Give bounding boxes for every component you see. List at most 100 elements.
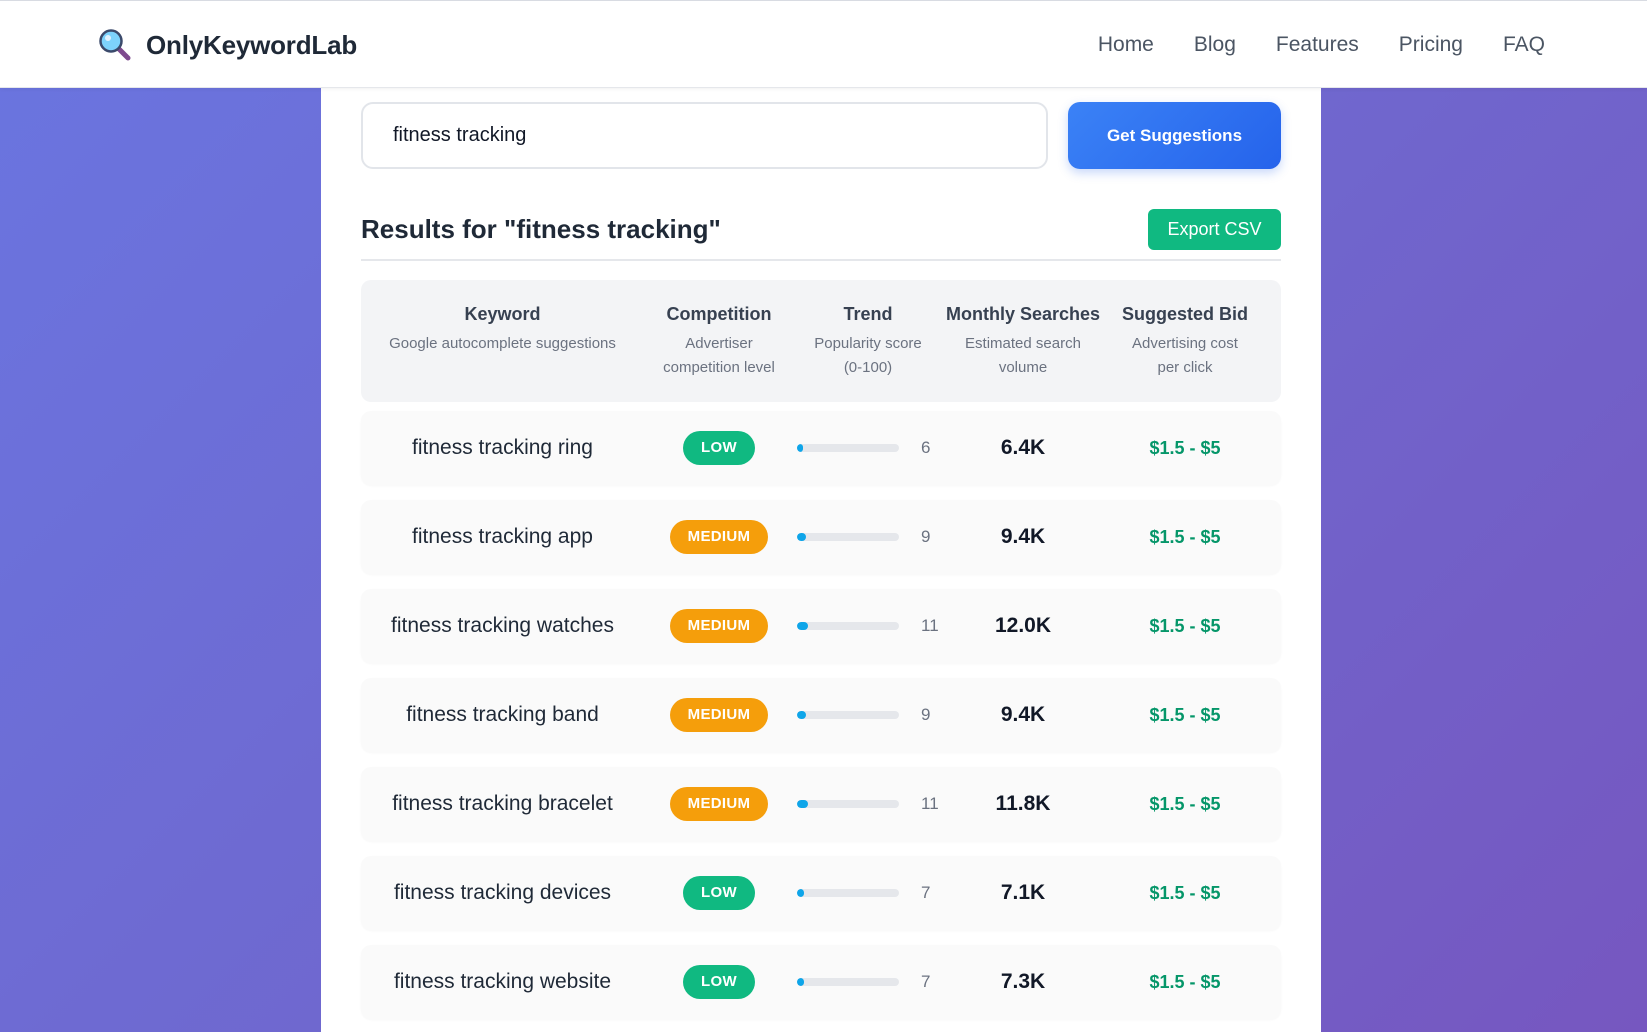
keyword-text: fitness tracking band (406, 703, 599, 726)
suggested-bid-value: $1.5 - $5 (1149, 615, 1221, 636)
keyword-text: fitness tracking ring (412, 436, 593, 459)
trend-bar (797, 711, 899, 719)
monthly-searches-cell: 9.4K (942, 500, 1104, 574)
nav-blog[interactable]: Blog (1194, 31, 1236, 59)
competition-badge: LOW (683, 876, 755, 910)
keyword-text: fitness tracking app (412, 525, 593, 548)
keyword-cell: fitness tracking ring (361, 411, 644, 485)
column-subtitle-line: per click (1157, 359, 1213, 376)
monthly-searches-cell: 7.3K (942, 945, 1104, 1019)
brand-logo[interactable]: OnlyKeywordLab (98, 28, 357, 62)
trend-fill (797, 800, 809, 808)
suggested-bid-value: $1.5 - $5 (1149, 793, 1221, 814)
keyword-text: fitness tracking website (393, 970, 612, 993)
top-navbar: OnlyKeywordLab Home Blog Features Pricin… (0, 0, 1647, 88)
brand-name: OnlyKeywordLab (146, 29, 358, 60)
trend-fill (797, 444, 804, 452)
competition-badge: MEDIUM (669, 520, 769, 554)
monthly-searches-value: 7.1K (1000, 881, 1046, 904)
monthly-searches-cell: 9.4K (942, 678, 1104, 752)
column-title: Suggested Bid (1121, 304, 1248, 324)
column-trend: Trend Popularity score (0-100) (794, 302, 942, 380)
competition-badge: MEDIUM (669, 787, 769, 821)
competition-badge: MEDIUM (669, 609, 769, 643)
nav-home[interactable]: Home (1098, 31, 1154, 59)
competition-cell: LOW (644, 411, 794, 485)
table-row[interactable]: fitness tracking watches MEDIUM 11 12.0K $1.… (361, 589, 1281, 663)
trend-fill (797, 533, 807, 541)
column-subtitle: Advertiser competition level (644, 332, 794, 380)
keyword-cell: fitness tracking band (361, 678, 644, 752)
column-subtitle: Advertising cost per click (1104, 332, 1266, 380)
column-subtitle-line: Google autocomplete suggestions (389, 335, 616, 352)
column-subtitle-line: Estimated search (965, 335, 1081, 352)
nav-pricing[interactable]: Pricing (1399, 31, 1463, 59)
trend-bar (797, 889, 899, 897)
column-title: Keyword (464, 304, 541, 324)
monthly-searches-cell: 6.4K (942, 411, 1104, 485)
suggested-bid-value: $1.5 - $5 (1149, 882, 1221, 903)
column-subtitle-line: (0-100) (843, 359, 893, 376)
table-row[interactable]: fitness tracking ring LOW 6 6.4K $1.5 - $5 (361, 411, 1281, 485)
trend-fill (797, 622, 809, 630)
results-card: fitness tracking Get Suggestions Results… (321, 88, 1321, 1032)
keyword-cell: fitness tracking bracelet (361, 767, 644, 841)
column-competition: Competition Advertiser competition level (644, 302, 794, 380)
suggested-bid-cell: $1.5 - $5 (1104, 589, 1266, 663)
keyword-cell: fitness tracking app (361, 500, 644, 574)
keyword-cell: fitness tracking watches (361, 589, 644, 663)
competition-cell: MEDIUM (644, 589, 794, 663)
suggested-bid-cell: $1.5 - $5 (1104, 856, 1266, 930)
trend-bar (797, 800, 899, 808)
nav-faq[interactable]: FAQ (1503, 31, 1545, 59)
suggested-bid-cell: $1.5 - $5 (1104, 411, 1266, 485)
trend-bar (797, 978, 899, 986)
column-subtitle-line: volume (998, 359, 1048, 376)
suggested-bid-value: $1.5 - $5 (1149, 971, 1221, 992)
keyword-text: fitness tracking watches (391, 614, 614, 637)
export-csv-button[interactable]: Export CSV (1148, 209, 1281, 250)
column-subtitle-line: Popularity score (814, 335, 922, 352)
trend-fill (797, 889, 805, 897)
magnifier-icon (98, 28, 132, 62)
keyword-search-input[interactable]: fitness tracking (361, 102, 1048, 169)
monthly-searches-value: 9.4K (1000, 525, 1046, 548)
column-suggested-bid: Suggested Bid Advertising cost per click (1104, 302, 1266, 380)
keyword-cell: fitness tracking website (361, 945, 644, 1019)
table-row[interactable]: fitness tracking devices LOW 7 7.1K $1.5 - $… (361, 856, 1281, 930)
competition-badge: LOW (683, 431, 755, 465)
column-keyword: Keyword Google autocomplete suggestions (361, 302, 644, 356)
competition-cell: LOW (644, 945, 794, 1019)
monthly-searches-value: 9.4K (1000, 703, 1046, 726)
divider (361, 259, 1281, 261)
suggested-bid-cell: $1.5 - $5 (1104, 767, 1266, 841)
monthly-searches-cell: 11.8K (942, 767, 1104, 841)
suggested-bid-cell: $1.5 - $5 (1104, 500, 1266, 574)
competition-cell: MEDIUM (644, 500, 794, 574)
table-row[interactable]: fitness tracking app MEDIUM 9 9.4K $1.5 - $5 (361, 500, 1281, 574)
suggested-bid-value: $1.5 - $5 (1149, 437, 1221, 458)
competition-badge: LOW (683, 965, 755, 999)
column-subtitle: Estimated search volume (942, 332, 1104, 380)
competition-cell: MEDIUM (644, 767, 794, 841)
keyword-text: fitness tracking devices (393, 881, 612, 904)
table-row[interactable]: fitness tracking website LOW 7 7.3K $1.5 - $… (361, 945, 1281, 1019)
table-row[interactable]: fitness tracking band MEDIUM 9 9.4K $1.5 - $… (361, 678, 1281, 752)
nav-features[interactable]: Features (1276, 31, 1359, 59)
trend-fill (797, 711, 807, 719)
trend-bar (797, 533, 899, 541)
column-title: Competition (666, 304, 772, 324)
column-subtitle: Popularity score (0-100) (794, 332, 942, 380)
monthly-searches-value: 6.4K (1000, 436, 1046, 459)
monthly-searches-cell: 12.0K (942, 589, 1104, 663)
results-title: Results for "fitness tracking" (361, 214, 721, 244)
trend-bar (797, 622, 899, 630)
trend-fill (797, 978, 805, 986)
suggested-bid-value: $1.5 - $5 (1149, 526, 1221, 547)
competition-badge: MEDIUM (669, 698, 769, 732)
suggested-bid-cell: $1.5 - $5 (1104, 678, 1266, 752)
monthly-searches-cell: 7.1K (942, 856, 1104, 930)
get-suggestions-button[interactable]: Get Suggestions (1068, 102, 1281, 169)
table-header: Keyword Google autocomplete suggestions … (361, 280, 1281, 402)
table-row[interactable]: fitness tracking bracelet MEDIUM 11 11.8K $1… (361, 767, 1281, 841)
